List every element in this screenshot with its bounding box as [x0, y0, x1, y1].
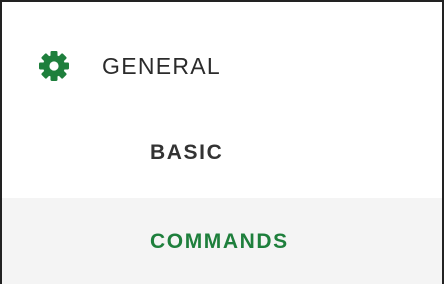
nav-item-label: COMMANDS — [150, 230, 289, 253]
gear-icon — [38, 50, 70, 82]
section-label: GENERAL — [102, 53, 222, 79]
nav-item-commands[interactable]: COMMANDS — [2, 198, 442, 284]
section-general[interactable]: GENERAL — [2, 24, 442, 108]
nav-item-basic[interactable]: BASIC — [2, 110, 442, 198]
nav-item-label: BASIC — [150, 141, 224, 164]
settings-nav-panel: GENERAL BASIC COMMANDS — [0, 0, 444, 284]
